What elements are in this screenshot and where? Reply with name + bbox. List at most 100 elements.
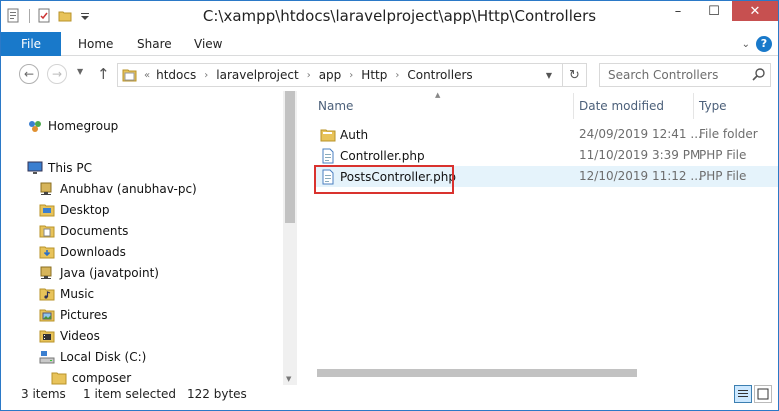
file-type: File folder [699,127,758,141]
disk-icon [39,349,55,365]
item-count: 3 items [21,387,66,401]
videos-icon [39,328,55,344]
music-icon [39,286,55,302]
nav-item-this-pc[interactable]: This PC [27,157,92,178]
annotation-highlight-box [314,165,454,194]
column-header-type[interactable]: Type [699,91,727,121]
nav-item-label: Local Disk (C:) [60,349,147,364]
column-header-date[interactable]: Date modified [579,91,664,121]
nav-item-label: Videos [60,328,100,343]
chevron-right-icon[interactable]: › [395,70,399,81]
breadcrumb: « htdocs › laravelproject › app › Http ›… [144,68,473,82]
documents-icon [39,223,55,239]
nav-item-label: Homegroup [48,118,119,133]
file-date: 12/10/2019 11:12 ... [579,169,702,183]
file-list: ▲ Name Date modified Type Auth 24/09/201… [299,91,778,385]
ribbon-controls: ⌄ ? [742,36,772,52]
chevron-right-icon[interactable]: › [349,70,353,81]
nav-item-composer[interactable]: composer [51,367,131,385]
up-button[interactable]: ↑ [97,65,110,83]
forward-button[interactable]: → [47,64,67,84]
nav-item-downloads[interactable]: Downloads [39,241,126,262]
scrollbar-thumb[interactable] [317,369,637,377]
explorer-window: C:\xampp\htdocs\laravelproject\app\Http\… [0,0,779,411]
details-view-button[interactable] [734,385,752,403]
nav-item-music[interactable]: Music [39,283,94,304]
tab-share[interactable]: Share [137,32,172,56]
search-box [599,63,771,87]
file-name: Auth [340,127,369,142]
nav-item-label: Music [60,286,95,301]
nav-item-anubhav[interactable]: Anubhav (anubhav-pc) [39,178,197,199]
ribbon-tabs: File Home Share View ⌄ ? [1,32,778,56]
maximize-button[interactable]: ☐ [696,1,732,21]
recent-locations-icon[interactable]: ▼ [77,67,83,76]
search-input[interactable] [600,64,750,86]
file-type: PHP File [699,148,747,162]
file-date: 11/10/2019 3:39 PM [579,148,701,162]
chevron-right-icon[interactable]: › [307,70,311,81]
network-drive-icon [39,265,55,281]
nav-pane-scrollbar[interactable]: ▼ [283,91,297,385]
refresh-icon: ↻ [569,67,580,83]
column-divider[interactable] [693,93,694,119]
view-switcher [734,385,772,403]
file-type: PHP File [699,169,747,183]
nav-item-documents[interactable]: Documents [39,220,128,241]
breadcrumb-app[interactable]: app [319,68,342,82]
nav-item-desktop[interactable]: Desktop [39,199,110,220]
large-icons-view-icon [757,388,769,400]
details-view-icon [738,390,748,397]
downloads-icon [39,244,55,260]
refresh-button[interactable]: ↻ [562,64,586,86]
file-name-cell: Controller.php [315,145,425,166]
nav-item-local-disk[interactable]: Local Disk (C:) [39,346,146,367]
chevron-right-icon[interactable]: › [204,70,208,81]
folder-icon [39,202,55,218]
file-name: Controller.php [340,148,425,163]
file-row-controller[interactable]: Controller.php 11/10/2019 3:39 PM PHP Fi… [315,145,778,166]
folder-path-icon [122,68,138,82]
tab-file[interactable]: File [1,32,61,56]
help-icon[interactable]: ? [756,36,772,52]
arrow-right-icon: → [51,67,63,81]
computer-icon [27,160,43,176]
search-icon[interactable] [752,67,766,81]
status-bar: 3 items 1 item selected 122 bytes [1,385,778,410]
nav-item-label: Downloads [60,244,126,259]
window-controls: – ☐ ✕ [660,1,778,21]
large-icons-view-button[interactable] [754,385,772,403]
scroll-down-icon[interactable]: ▼ [286,375,291,383]
minimize-button[interactable]: – [660,1,696,21]
nav-item-label: This PC [48,160,92,175]
folder-icon [320,127,336,143]
column-header-name[interactable]: Name [318,91,353,121]
selection-info: 1 item selected [83,387,177,401]
breadcrumb-overflow[interactable]: « [144,70,150,81]
horizontal-scrollbar[interactable] [317,366,717,378]
navigation-pane: Homegroup This PC Anubhav (anubhav-pc) D… [1,91,297,385]
breadcrumb-laravelproject[interactable]: laravelproject [216,68,298,82]
nav-item-label: Java (javatpoint) [60,265,159,280]
back-button[interactable]: ← [19,64,39,84]
navigation-bar: ← → ▼ ↑ « htdocs › laravelproject › app … [1,57,778,91]
nav-item-label: composer [72,370,132,385]
breadcrumb-http[interactable]: Http [361,68,387,82]
scrollbar-thumb[interactable] [285,91,295,223]
tab-view[interactable]: View [194,32,222,56]
address-dropdown-icon[interactable]: ▼ [540,64,558,86]
file-row-auth[interactable]: Auth 24/09/2019 12:41 ... File folder [315,124,778,145]
tab-home[interactable]: Home [78,32,113,56]
close-button[interactable]: ✕ [732,1,778,21]
nav-item-label: Pictures [60,307,108,322]
nav-item-java[interactable]: Java (javatpoint) [39,262,159,283]
breadcrumb-htdocs[interactable]: htdocs [156,68,196,82]
selection-size: 122 bytes [187,387,247,401]
address-bar[interactable]: « htdocs › laravelproject › app › Http ›… [117,63,587,87]
chevron-down-icon[interactable]: ⌄ [742,39,750,50]
nav-item-videos[interactable]: Videos [39,325,100,346]
nav-item-homegroup[interactable]: Homegroup [27,115,118,136]
breadcrumb-controllers[interactable]: Controllers [407,68,472,82]
column-divider[interactable] [573,93,574,119]
nav-item-pictures[interactable]: Pictures [39,304,108,325]
